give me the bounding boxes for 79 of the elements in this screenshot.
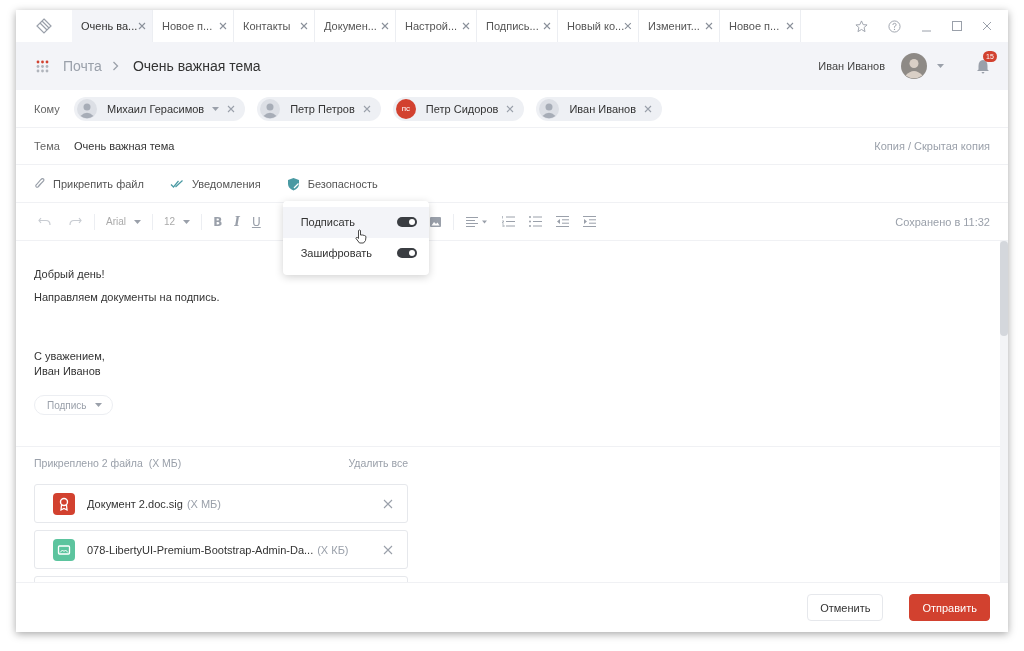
outdent-icon[interactable] bbox=[555, 216, 569, 227]
numbered-list-icon[interactable] bbox=[501, 216, 515, 227]
avatar-icon[interactable] bbox=[901, 53, 927, 79]
action-label: Уведомления bbox=[191, 177, 261, 190]
browser-tab[interactable]: Очень ва... bbox=[72, 10, 153, 42]
file-size: (Х КБ) bbox=[317, 543, 349, 556]
field-label: Тема bbox=[34, 140, 61, 152]
apps-grid-icon[interactable] bbox=[36, 59, 49, 73]
action-link[interactable]: Уведомления bbox=[169, 177, 261, 190]
action-link[interactable]: Безопасность bbox=[286, 176, 378, 191]
close-icon[interactable] bbox=[381, 22, 389, 30]
file-size: (Х МБ) bbox=[186, 497, 221, 510]
redo-icon[interactable] bbox=[69, 217, 82, 226]
attachments-summary: Прикреплено 2 файла (Х МБ) bbox=[34, 457, 182, 469]
close-icon[interactable] bbox=[786, 22, 794, 30]
shield-icon bbox=[286, 176, 300, 191]
menu-item[interactable]: Зашифровать bbox=[282, 237, 429, 269]
chevron-right-icon bbox=[111, 61, 119, 71]
hand-cursor-icon bbox=[354, 228, 367, 244]
toggle-switch[interactable] bbox=[396, 217, 417, 227]
action-label: Безопасность bbox=[307, 177, 378, 190]
caret-icon bbox=[183, 219, 191, 224]
paperclip-icon bbox=[34, 177, 45, 190]
cancel-button[interactable]: Отменить bbox=[807, 594, 884, 621]
avatar-icon bbox=[77, 98, 97, 119]
file-name: Документ 2.doc.sig bbox=[87, 497, 183, 510]
close-icon[interactable] bbox=[362, 104, 371, 113]
saved-status: Сохранено в 11:32 bbox=[895, 215, 990, 228]
recipient-chip[interactable]: Иван Иванов bbox=[536, 96, 663, 121]
action-label: Прикрепить файл bbox=[53, 177, 144, 190]
action-link[interactable]: Прикрепить файл bbox=[34, 177, 144, 190]
subject-field[interactable]: Очень важная тема bbox=[74, 140, 175, 152]
message-text: Направляем документы на подпись. bbox=[34, 291, 221, 304]
close-icon[interactable] bbox=[543, 22, 551, 30]
caret-icon[interactable] bbox=[212, 106, 220, 111]
recipient-chip[interactable]: Михаил Герасимов bbox=[74, 96, 246, 121]
image-file-icon bbox=[53, 538, 75, 561]
close-icon[interactable] bbox=[982, 21, 992, 31]
close-icon[interactable] bbox=[462, 22, 470, 30]
signature-text: Иван Иванов bbox=[34, 365, 102, 378]
recipient-chip[interactable]: пс Петр Сидоров bbox=[392, 96, 525, 121]
bell-icon[interactable] bbox=[976, 58, 990, 74]
message-text: Добрый день! bbox=[34, 268, 106, 281]
signature-text: С уважением, bbox=[34, 350, 106, 363]
file-name: 078-LibertyUI-Premium-Bootstrap-Admin-Da... bbox=[87, 543, 314, 556]
page-title: Очень важная тема bbox=[132, 58, 261, 74]
certificate-icon bbox=[53, 492, 75, 515]
recipient-chip[interactable]: Петр Петров bbox=[257, 96, 381, 121]
close-icon[interactable] bbox=[219, 22, 227, 30]
avatar-icon bbox=[260, 98, 281, 119]
caret-icon[interactable] bbox=[937, 64, 944, 68]
bullet-list-icon[interactable] bbox=[528, 216, 542, 227]
indent-icon[interactable] bbox=[582, 216, 596, 227]
caret-icon bbox=[134, 219, 141, 224]
close-icon[interactable] bbox=[624, 22, 632, 30]
close-icon[interactable] bbox=[383, 498, 393, 509]
close-icon[interactable] bbox=[227, 104, 236, 113]
double-check-icon bbox=[169, 178, 184, 189]
close-icon[interactable] bbox=[644, 104, 653, 113]
scrollbar-thumb[interactable] bbox=[1000, 241, 1008, 336]
align-left-icon[interactable] bbox=[465, 216, 488, 227]
user-name[interactable]: Иван Иванов bbox=[818, 60, 885, 72]
caret-icon bbox=[94, 403, 102, 407]
close-icon[interactable] bbox=[300, 22, 308, 30]
avatar-icon bbox=[539, 98, 560, 119]
close-icon[interactable] bbox=[705, 22, 713, 30]
maximize-icon[interactable] bbox=[952, 21, 962, 31]
toggle-switch[interactable] bbox=[396, 248, 417, 258]
undo-icon[interactable] bbox=[38, 217, 51, 226]
close-icon[interactable] bbox=[138, 22, 146, 30]
close-icon[interactable] bbox=[383, 544, 393, 555]
star-icon[interactable] bbox=[855, 19, 868, 33]
logo-icon bbox=[35, 18, 53, 34]
help-icon[interactable] bbox=[888, 19, 901, 33]
image-icon[interactable] bbox=[429, 216, 441, 227]
initials-avatar: пс bbox=[395, 98, 416, 119]
send-button[interactable]: Отправить bbox=[909, 594, 990, 621]
close-icon[interactable] bbox=[506, 104, 515, 113]
field-label: Кому bbox=[34, 102, 61, 115]
